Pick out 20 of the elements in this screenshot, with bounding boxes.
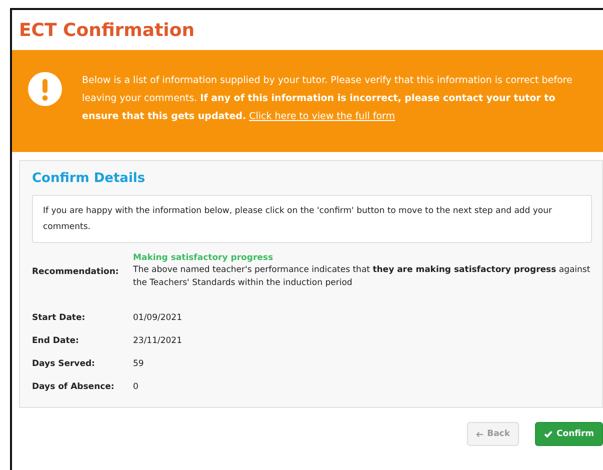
recommendation-status: Making satisfactory progress [133,253,274,263]
field-label: Days of Absence: [32,382,116,392]
confirm-button[interactable]: Confirm [535,422,603,446]
field-value: 23/11/2021 [133,336,182,346]
field-value: 01/09/2021 [133,312,182,322]
recommendation-text: The above named teacher's performance indicates that they are making satisfactory progress against the Teachers' Standards within the induction period [133,264,592,290]
notice-text: Below is a list of information supplied by your tutor. Please verify that this information is correct before leaving your comments. If any of this information is incorrect, please contact your tutor to ensure that this gets updated. Click here to view the full form [82,74,574,124]
page-title: ECT Confirmation [18,19,196,43]
field-label: End Date: [32,336,80,346]
field-value: 59 [133,358,144,368]
panel-title: Confirm Details [32,171,146,186]
field-value: 0 [133,382,138,392]
left-arrow-icon [476,430,484,438]
check-icon [544,430,553,438]
field-label: Days Served: [32,358,96,368]
full-form-link[interactable]: Click here to view the full form [249,111,396,122]
field-label: Start Date: [32,312,86,322]
exclamation-icon [28,72,62,106]
info-message: If you are happy with the information below, please click on the 'confirm' button to move to the next step and add your comments. [32,195,592,243]
field-label: Recommendation: [32,266,120,276]
